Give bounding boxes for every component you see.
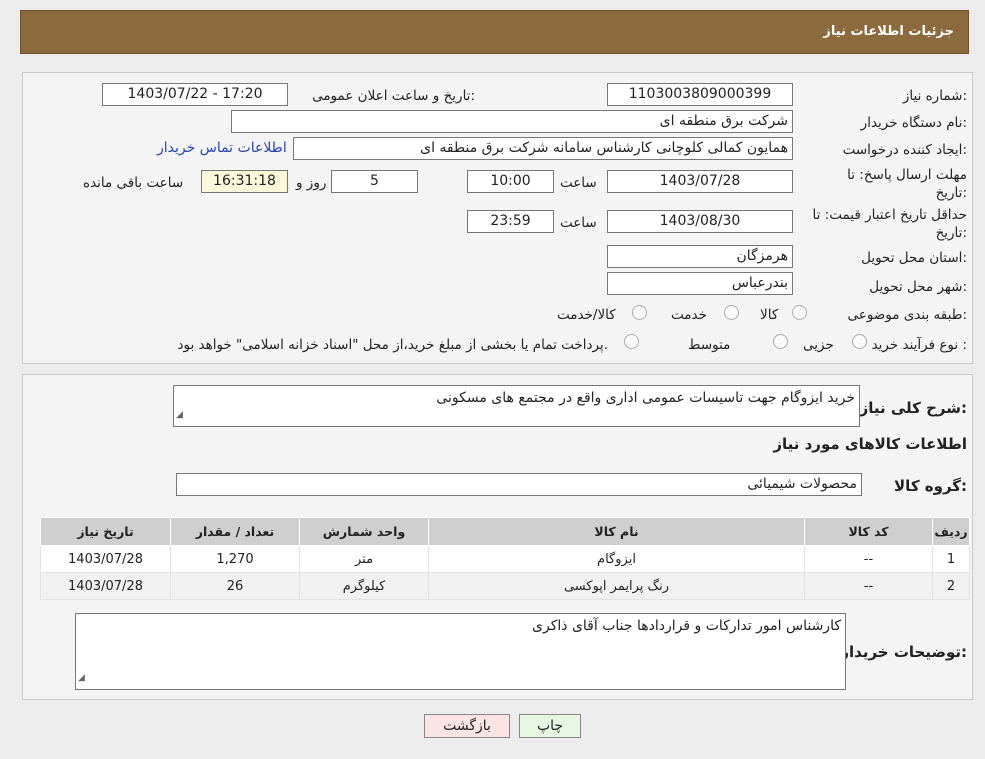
category-label: طبقه بندی موضوعی: (847, 307, 967, 323)
need-number-label: شماره نیاز: (902, 88, 967, 104)
city-label: شهر محل تحویل: (869, 279, 967, 295)
goods-table: ردیف کد کالا نام کالا واحد شمارش تعداد /… (40, 517, 970, 600)
category-option-service: خدمت (671, 307, 707, 323)
buyer-notes-text: کارشناس امور تدارکات و قراردادها جناب آق… (532, 618, 841, 634)
days-remaining-field: 5 (331, 170, 418, 193)
cell-goods-code: -- (804, 545, 933, 573)
cell-goods-name: ایزوگام (428, 545, 805, 573)
announce-field: 1403/07/22 - 17:20 (102, 83, 288, 106)
city-field: بندرعباس (607, 272, 793, 295)
col-quantity: تعداد / مقدار (170, 517, 300, 546)
table-row: 1 -- ایزوگام متر 1,270 1403/07/28 (40, 545, 970, 573)
table-row: 2 -- رنگ پرایمر اپوکسی کیلوگرم 26 1403/0… (40, 572, 970, 600)
resize-grip-icon[interactable]: ◢ (176, 405, 183, 425)
category-option-goods: کالا (760, 307, 779, 323)
cell-unit: متر (299, 545, 429, 573)
page-header: جزئیات اطلاعات نیاز (20, 10, 969, 54)
col-goods-code: کد کالا (804, 517, 933, 546)
summary-text: خرید ایزوگام جهت تاسیسات عمومی اداری واق… (436, 390, 855, 406)
summary-textarea[interactable]: خرید ایزوگام جهت تاسیسات عمومی اداری واق… (173, 385, 860, 427)
cell-quantity: 26 (170, 572, 300, 600)
cell-goods-code: -- (804, 572, 933, 600)
cell-goods-name: رنگ پرایمر اپوکسی (428, 572, 805, 600)
cell-row-number: 1 (932, 545, 970, 573)
goods-group-field: محصولات شیمیائی (176, 473, 862, 496)
col-row-number: ردیف (932, 517, 970, 546)
category-radio-goods[interactable] (792, 305, 807, 320)
buyer-notes-textarea[interactable]: کارشناس امور تدارکات و قراردادها جناب آق… (75, 613, 846, 690)
remaining-suffix: ساعت باقی مانده (83, 175, 184, 191)
goods-table-header: ردیف کد کالا نام کالا واحد شمارش تعداد /… (40, 517, 970, 546)
category-radio-goods-service[interactable] (632, 305, 647, 320)
process-label: نوع فرآیند خرید : (871, 337, 967, 353)
process-option-minor: جزیی (803, 337, 834, 353)
goods-table-wrap: ردیف کد کالا نام کالا واحد شمارش تعداد /… (40, 517, 970, 600)
deadline-label: مهلت ارسال پاسخ: تا تاریخ: (847, 167, 967, 201)
remaining-time-field: 16:31:18 (201, 170, 288, 193)
cell-quantity: 1,270 (170, 545, 300, 573)
process-radio-minor[interactable] (852, 334, 867, 349)
payment-note: پرداخت تمام یا بخشی از مبلغ خرید،از محل … (177, 337, 608, 353)
col-unit: واحد شمارش (299, 517, 429, 546)
requester-label: ایجاد کننده درخواست: (842, 142, 967, 158)
cell-unit: کیلوگرم (299, 572, 429, 600)
requester-field: همایون کمالی کلوچانی کارشناس سامانه شرکت… (293, 137, 793, 160)
summary-label: شرح کلی نیاز: (859, 399, 967, 417)
cell-need-date: 1403/07/28 (40, 572, 171, 600)
category-radio-service[interactable] (724, 305, 739, 320)
goods-group-label: گروه کالا: (894, 477, 967, 495)
process-option-medium: متوسط (688, 337, 731, 353)
cell-need-date: 1403/07/28 (40, 545, 171, 573)
category-option-goods-service: کالا/خدمت (557, 307, 616, 323)
need-number-field: 1103003809000399 (607, 83, 793, 106)
province-field: هرمزگان (607, 245, 793, 268)
col-need-date: تاریخ نیاز (40, 517, 171, 546)
print-button[interactable]: چاپ (519, 714, 581, 738)
process-radio-medium[interactable] (773, 334, 788, 349)
goods-info-title: اطلاعات کالاهای مورد نیاز (773, 435, 967, 453)
days-and-word: روز و (296, 175, 327, 191)
buyer-notes-label: توضیحات خریدار: (840, 643, 967, 661)
deadline-time-field: 10:00 (467, 170, 554, 193)
buyer-org-field: شرکت برق منطقه ای (231, 110, 793, 133)
validity-label: حداقل تاریخ اعتبار قیمت: تا تاریخ: (812, 207, 967, 241)
deadline-date-field: 1403/07/28 (607, 170, 793, 193)
col-goods-name: نام کالا (428, 517, 805, 546)
announce-label: تاریخ و ساعت اعلان عمومی: (312, 88, 475, 104)
validity-time-word: ساعت (560, 215, 597, 231)
buyer-org-label: نام دستگاه خریدار: (860, 115, 967, 131)
buyer-contact-link[interactable]: اطلاعات تماس خریدار (157, 140, 287, 156)
resize-grip-icon[interactable]: ◢ (78, 668, 85, 688)
cell-row-number: 2 (932, 572, 970, 600)
deadline-time-word: ساعت (560, 175, 597, 191)
province-label: استان محل تحویل: (861, 250, 967, 266)
back-button[interactable]: بازگشت (424, 714, 510, 738)
page-title: جزئیات اطلاعات نیاز (823, 24, 954, 39)
validity-time-field: 23:59 (467, 210, 554, 233)
validity-date-field: 1403/08/30 (607, 210, 793, 233)
treasury-checkbox[interactable] (624, 334, 639, 349)
